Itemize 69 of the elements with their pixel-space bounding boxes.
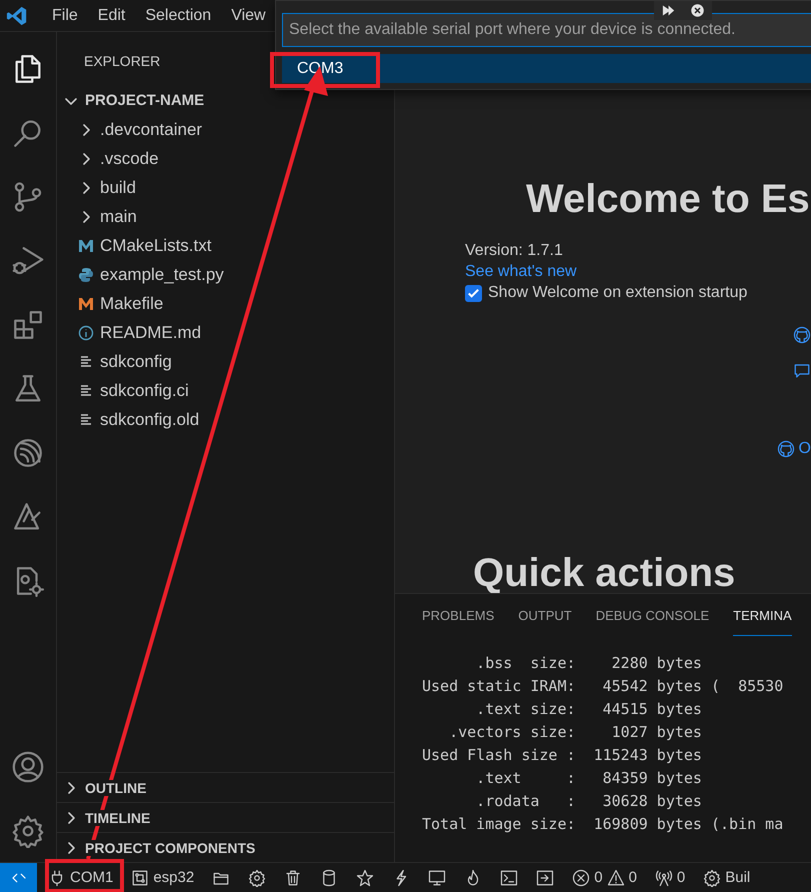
lines-icon	[78, 382, 94, 398]
status-item[interactable]: esp32	[131, 868, 194, 886]
panel-tab[interactable]: TERMINA	[733, 608, 792, 636]
m-icon	[78, 238, 94, 254]
lines-icon	[78, 412, 94, 428]
terminal-line: .bss size: 2280 bytes	[475, 653, 703, 674]
sidebar-title: EXPLORER	[84, 54, 160, 68]
settings-icon[interactable]	[11, 814, 45, 848]
gear-icon[interactable]	[248, 868, 266, 886]
terminal-line: .text size: 44515 bytes	[475, 699, 703, 720]
warning-icon	[606, 868, 625, 886]
explorer-entry[interactable]: sdkconfig.old	[57, 405, 394, 434]
monitor-icon[interactable]	[428, 868, 446, 886]
terminal-line: .text : 84359 bytes	[475, 768, 703, 789]
menu-item[interactable]: Selection	[135, 6, 222, 24]
status-item[interactable]: Buil	[703, 868, 750, 886]
menu-item[interactable]: Edit	[88, 6, 136, 24]
project-header[interactable]: PROJECT-NAME	[57, 86, 394, 115]
terminal-line: Total image size: 169809 bytes (.bin ma	[422, 814, 784, 835]
explorer-entry[interactable]: .vscode	[57, 144, 394, 173]
comment-icon[interactable]	[793, 362, 811, 380]
whats-new-link[interactable]: See what's new	[465, 263, 748, 281]
antenna-icon	[654, 868, 673, 886]
explorer-entry[interactable]: main	[57, 202, 394, 231]
info-icon	[78, 324, 94, 340]
status-item[interactable]: COM1	[48, 868, 114, 886]
checkbox-label: Show Welcome on extension startup	[488, 284, 748, 302]
chip-icon	[131, 868, 150, 886]
terminal-line: .rodata : 30628 bytes	[475, 791, 703, 812]
account-icon[interactable]	[11, 750, 45, 784]
python-icon	[78, 266, 94, 282]
section-header[interactable]: OUTLINE	[57, 772, 394, 802]
explorer-entry[interactable]: README.md	[57, 318, 394, 347]
explorer-entry[interactable]: build	[57, 173, 394, 202]
side-link[interactable]: O	[776, 440, 811, 458]
arrow-box-icon[interactable]	[536, 868, 554, 886]
explorer-entry[interactable]: .devcontainer	[57, 115, 394, 144]
status-item[interactable]: 0	[654, 868, 686, 886]
version-text: Version: 1.7.1	[465, 242, 564, 260]
welcome-title: Welcome to Es	[525, 177, 811, 222]
section-heading: Quick actions	[472, 553, 736, 593]
blocks-icon[interactable]	[11, 308, 45, 342]
explorer-entry[interactable]: CMakeLists.txt	[57, 231, 394, 260]
section-header[interactable]: TIMELINE	[57, 802, 394, 832]
terminal-line: Used static IRAM: 45542 bytes ( 85530	[422, 676, 784, 697]
explorer-entry[interactable]: Makefile	[57, 289, 394, 318]
panel-tab[interactable]: DEBUG CONSOLE	[596, 608, 710, 636]
m-icon	[78, 296, 94, 312]
terminal-line: Used Flash size : 115243 bytes	[422, 745, 703, 766]
panel-tab[interactable]: OUTPUT	[518, 608, 572, 636]
menu-item[interactable]: View	[221, 6, 276, 24]
terminal-line: .vectors size: 1027 bytes	[448, 722, 703, 743]
terminal-icon[interactable]	[500, 868, 518, 886]
explorer-entry[interactable]: sdkconfig.ci	[57, 376, 394, 405]
github-icon[interactable]	[793, 326, 811, 344]
problems-status[interactable]: 0 0	[572, 868, 637, 886]
checkbox[interactable]	[465, 284, 482, 302]
error-icon	[572, 868, 590, 886]
explorer-entry[interactable]: example_test.py	[57, 260, 394, 289]
lines-icon	[78, 354, 94, 370]
app-logo-icon	[6, 4, 28, 26]
star-icon[interactable]	[356, 868, 374, 886]
menu-item[interactable]: File	[42, 6, 88, 24]
panel-tab[interactable]: PROBLEMS	[422, 608, 494, 636]
search-field[interactable]: Select the available serial port where your device is connected.	[282, 13, 811, 47]
signal-circle-icon[interactable]	[11, 436, 45, 470]
trash-icon[interactable]	[284, 868, 302, 886]
explorer-entry[interactable]: sdkconfig	[57, 347, 394, 376]
gear-icon	[703, 868, 722, 886]
